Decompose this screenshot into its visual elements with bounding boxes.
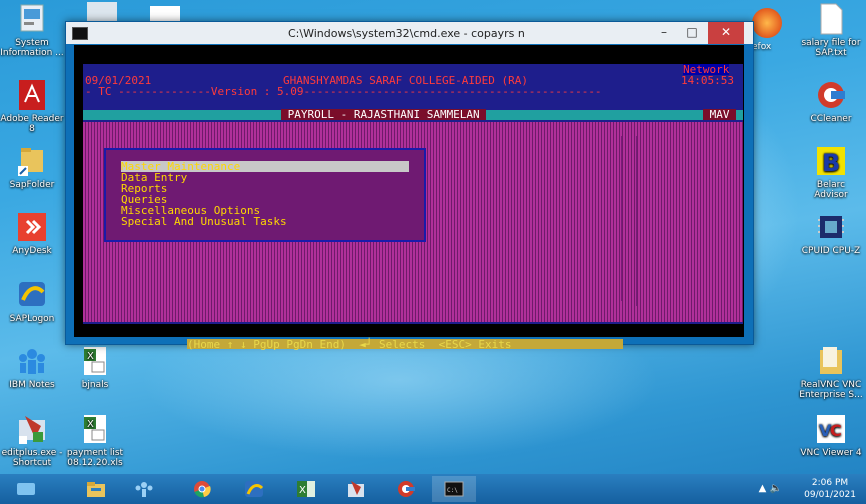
- taskbar-cmd[interactable]: C:\: [432, 476, 476, 502]
- belarc-icon: B: [814, 144, 848, 178]
- desktop-icon-sapfolder[interactable]: SapFolder: [0, 144, 64, 190]
- system-info-icon: [15, 2, 49, 36]
- desktop-icon-label: Adobe Reader 8: [0, 114, 64, 134]
- sap-logon-icon: [15, 278, 49, 312]
- desktop-icon-label: salary file for SAP.txt: [801, 38, 861, 58]
- sap-logon-icon: [245, 481, 264, 497]
- excel-icon: X: [297, 481, 315, 497]
- vnc-icon: VC: [814, 412, 848, 446]
- desktop-icon-realvnc[interactable]: RealVNC VNC Enterprise S...: [799, 344, 863, 400]
- desktop-icon-belarc[interactable]: B Belarc Advisor: [799, 144, 863, 200]
- desktop-icon-label: Belarc Advisor: [814, 180, 848, 200]
- desktop-icon-label: System Information ...: [0, 38, 64, 58]
- desktop-icon-label: payment list 08.12.20.xls: [66, 448, 124, 468]
- desktop-icon-label: editplus.exe - Shortcut: [1, 448, 63, 468]
- anydesk-icon: [15, 210, 49, 244]
- console-area[interactable]: Network 09/01/2021 GHANSHYAMDAS SARAF CO…: [74, 45, 744, 350]
- chrome-icon: [194, 481, 211, 498]
- system-tray-icons[interactable]: ▲ 🔈: [759, 483, 782, 494]
- ibm-notes-icon: [135, 482, 153, 497]
- svg-text:B: B: [822, 149, 840, 177]
- taskbar-chrome[interactable]: [180, 476, 224, 502]
- taskbar-editplus[interactable]: [334, 476, 378, 502]
- cmd-window[interactable]: C:\Windows\system32\cmd.exe - copayrs n …: [65, 21, 754, 350]
- desktop-icon-system-information[interactable]: System Information ...: [0, 2, 64, 58]
- firefox-icon[interactable]: [752, 8, 782, 38]
- partial-icon: [150, 6, 180, 22]
- desktop-icon-label: CPUID CPU-Z: [801, 246, 861, 256]
- svg-text:X: X: [299, 485, 306, 496]
- svg-text:C:\: C:\: [447, 487, 458, 494]
- tc-version-line: - TC --------------Version : 5.09-------…: [85, 85, 602, 98]
- desktop-icon-label: SapFolder: [9, 180, 55, 190]
- excel-file-icon: X: [78, 412, 112, 446]
- partial-icon: [87, 2, 117, 22]
- desktop-icon-label: IBM Notes: [9, 380, 55, 390]
- editplus-icon: [15, 412, 49, 446]
- user-label: MAV: [703, 108, 737, 121]
- desktop-icon-label: RealVNC VNC Enterprise S...: [799, 380, 863, 400]
- folder-icon: [15, 144, 49, 178]
- desktop-icon-payment-list[interactable]: X payment list 08.12.20.xls: [63, 412, 127, 468]
- maximize-button[interactable]: □: [678, 22, 706, 44]
- desktop-icon-ccleaner[interactable]: CCleaner: [799, 78, 863, 124]
- clock-date: 09/01/2021: [804, 490, 856, 500]
- taskbar: X C:\ ▲ 🔈 2:06 PM 09/01/2021: [0, 474, 866, 504]
- desktop-icon-label: SAPLogon: [9, 314, 55, 324]
- desktop-icon-label: VNC Viewer 4: [800, 448, 862, 458]
- text-file-icon: [814, 2, 848, 36]
- taskbar-excel[interactable]: X: [284, 476, 328, 502]
- divider: [621, 136, 622, 301]
- taskbar-ibm-notes[interactable]: [122, 476, 166, 502]
- clock-time: 2:06 PM: [811, 478, 849, 488]
- desktop-icon-cpuz[interactable]: CPUID CPU-Z: [799, 210, 863, 256]
- desktop-icon-vnc-viewer[interactable]: VC VNC Viewer 4: [799, 412, 863, 458]
- folder-icon: [87, 482, 105, 497]
- divider: [636, 136, 637, 306]
- desktop-icon-saplogon[interactable]: SAPLogon: [0, 278, 64, 324]
- desktop-icon-salary-file[interactable]: salary file for SAP.txt: [799, 2, 863, 58]
- window-title: C:\Windows\system32\cmd.exe - copayrs n: [288, 27, 525, 40]
- taskbar-sap-logon[interactable]: [232, 476, 276, 502]
- taskbar-file-explorer[interactable]: [74, 476, 118, 502]
- adobe-reader-icon: [15, 78, 49, 112]
- desktop-icon-bjnals[interactable]: X bjnals: [63, 344, 127, 390]
- desktop-icon-ibm-notes[interactable]: IBM Notes: [0, 344, 64, 390]
- svg-text:X: X: [87, 351, 94, 362]
- editplus-icon: [348, 481, 364, 497]
- excel-file-icon: X: [78, 344, 112, 378]
- taskbar-ccleaner[interactable]: [384, 476, 428, 502]
- svg-text:X: X: [87, 419, 94, 430]
- ccleaner-icon: [814, 78, 848, 112]
- window-titlebar[interactable]: C:\Windows\system32\cmd.exe - copayrs n …: [66, 22, 753, 44]
- desktop-icon-label: bjnals: [81, 380, 109, 390]
- status-bar: (Home ↑ ↓ PgUp PgDn End) ◄┘ Selects <ESC…: [187, 339, 623, 350]
- ibm-notes-icon: [15, 344, 49, 378]
- desktop-icon-editplus[interactable]: editplus.exe - Shortcut: [0, 412, 64, 468]
- desktop-icon-label: efox: [752, 42, 772, 52]
- main-menu: Master Maintenance Data Entry Reports Qu…: [104, 148, 426, 242]
- time-label: 14:05:53: [681, 74, 734, 87]
- start-button[interactable]: [4, 476, 48, 502]
- payroll-title: PAYROLL - RAJASTHANI SAMMELAN: [281, 108, 487, 121]
- folder-icon: [814, 344, 848, 378]
- desktop-icon-label: CCleaner: [810, 114, 852, 124]
- minimize-button[interactable]: –: [650, 22, 678, 44]
- desktop-icon-anydesk[interactable]: AnyDesk: [0, 210, 64, 256]
- svg-text:C: C: [830, 421, 842, 440]
- payroll-screen: Network 09/01/2021 GHANSHYAMDAS SARAF CO…: [83, 64, 743, 324]
- desktop-icon-label: AnyDesk: [12, 246, 52, 256]
- ccleaner-icon: [398, 481, 415, 497]
- close-button[interactable]: ✕: [708, 22, 744, 44]
- clock[interactable]: 2:06 PM 09/01/2021: [804, 477, 856, 501]
- menu-item-special-unusual-tasks[interactable]: Special And Unusual Tasks: [121, 216, 287, 227]
- cpuz-icon: [814, 210, 848, 244]
- cmd-icon: C:\: [444, 481, 464, 497]
- desktop-icon-adobe-reader[interactable]: Adobe Reader 8: [0, 78, 64, 134]
- cmd-icon: [72, 27, 88, 40]
